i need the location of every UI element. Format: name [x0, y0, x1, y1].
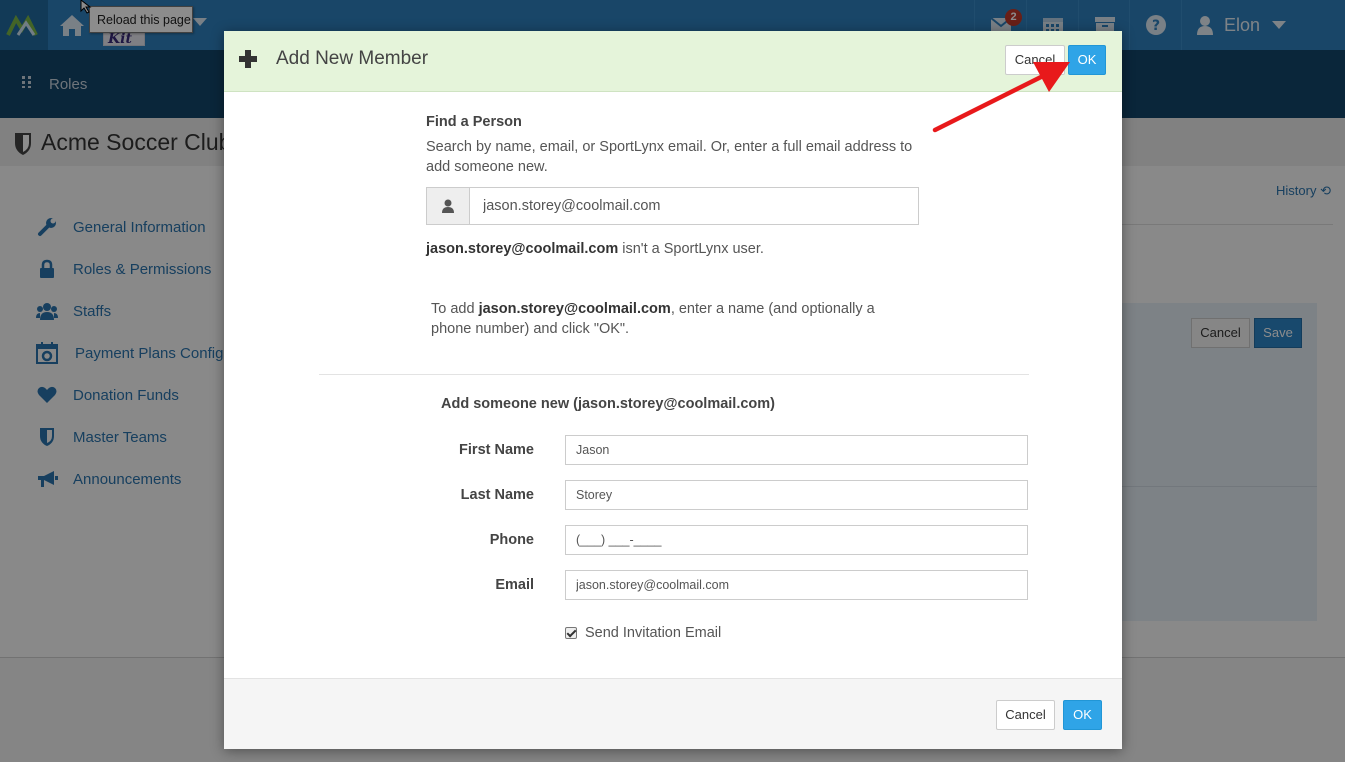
find-person-help: Search by name, email, or SportLynx emai…: [426, 139, 913, 175]
add-instructions: To add jason.storey@coolmail.com, enter …: [431, 299, 901, 339]
not-user-text: isn't a SportLynx user.: [618, 241, 764, 257]
last-name-field[interactable]: [565, 480, 1028, 510]
not-user-email: jason.storey@coolmail.com: [426, 241, 619, 257]
plus-icon: [239, 50, 257, 68]
add-member-modal: Add New Member Cancel OK Find a Person S…: [224, 31, 1122, 749]
instr-email: jason.storey@coolmail.com: [478, 301, 671, 317]
first-name-label: First Name: [459, 442, 534, 458]
phone-label: Phone: [489, 532, 534, 548]
first-name-field[interactable]: [565, 435, 1028, 465]
footer-cancel-button[interactable]: Cancel: [996, 700, 1055, 730]
find-person-label: Find a Person: [426, 114, 522, 130]
phone-field[interactable]: [565, 525, 1028, 555]
modal-footer: Cancel OK: [224, 678, 1122, 749]
person-search: [426, 187, 919, 225]
email-field[interactable]: [565, 570, 1028, 600]
not-user-message: jason.storey@coolmail.com isn't a SportL…: [426, 241, 764, 257]
footer-ok-button[interactable]: OK: [1063, 700, 1102, 730]
send-invitation-option[interactable]: Send Invitation Email: [565, 625, 721, 641]
email-label: Email: [495, 577, 534, 593]
instr-prefix: To add: [431, 301, 479, 317]
annotation-arrow-icon: [932, 62, 1070, 133]
divider: [319, 374, 1029, 375]
modal-title: Add New Member: [276, 48, 429, 69]
last-name-label: Last Name: [460, 487, 534, 503]
send-invitation-checkbox[interactable]: [565, 627, 577, 639]
search-input[interactable]: [471, 188, 918, 224]
user-icon: [427, 188, 470, 224]
send-invitation-label: Send Invitation Email: [585, 625, 722, 641]
add-someone-new-title: Add someone new (jason.storey@coolmail.c…: [441, 396, 776, 412]
